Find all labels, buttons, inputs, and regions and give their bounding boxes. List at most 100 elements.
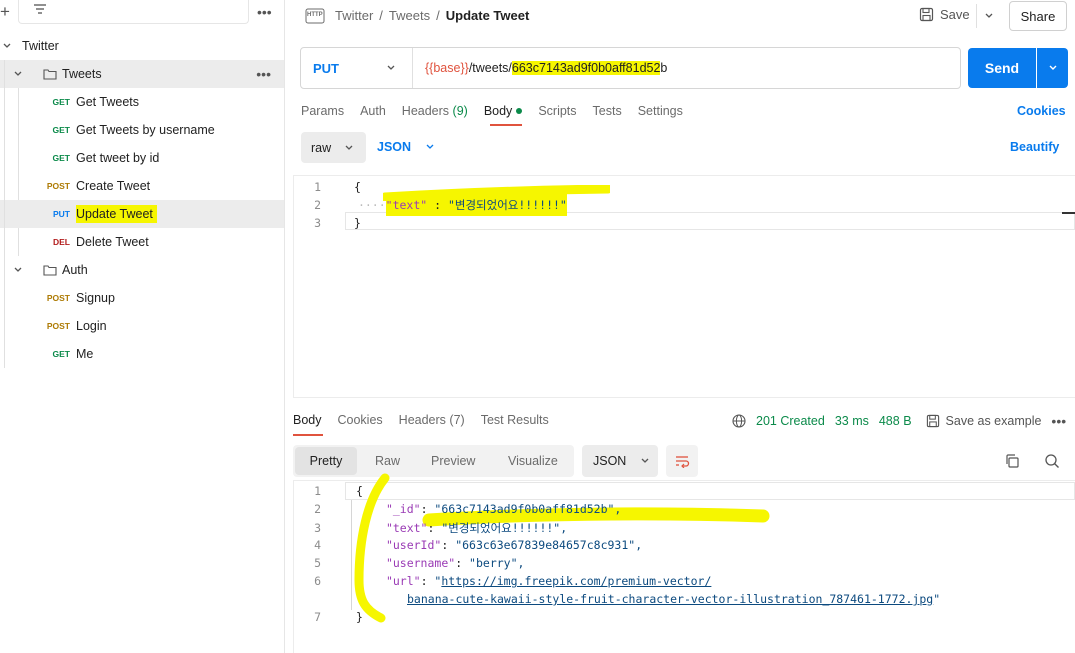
line-number: 1 <box>314 484 321 498</box>
body-mode-select[interactable]: raw <box>301 132 366 163</box>
tab-response-cookies[interactable]: Cookies <box>338 413 383 427</box>
tab-test-results[interactable]: Test Results <box>481 413 549 427</box>
request-login[interactable]: POST Login <box>0 312 284 340</box>
wrap-icon <box>676 456 690 468</box>
sidebar-search[interactable] <box>18 0 249 24</box>
status-badge[interactable]: 201 Created <box>756 414 825 428</box>
save-as-example-label: Save as example <box>945 414 1042 428</box>
save-label: Save <box>940 7 970 22</box>
tab-body[interactable]: Body <box>484 104 523 118</box>
request-line: 3 } <box>301 216 361 230</box>
chevron-down-icon <box>1049 65 1056 70</box>
folder-tweets[interactable]: Tweets ••• <box>0 60 284 88</box>
tab-auth[interactable]: Auth <box>360 104 386 118</box>
sidebar: + ••• Twitter Tweets ••• GET Get Tweets … <box>0 0 285 653</box>
request-line: 1 { <box>301 180 361 194</box>
headers-count: (9) <box>452 104 468 118</box>
tab-tests[interactable]: Tests <box>593 104 622 118</box>
response-time[interactable]: 33 ms <box>835 414 869 428</box>
more-options-icon[interactable]: ••• <box>257 4 272 20</box>
chevron-down-icon <box>3 43 11 48</box>
copy-icon[interactable] <box>1004 453 1020 469</box>
indent-guide: ···· <box>357 198 386 212</box>
save-as-example-button[interactable]: Save as example <box>926 414 1042 428</box>
url-input[interactable]: {{base}}/tweets/663c7143ad9f0b0aff81d52b <box>425 61 667 75</box>
response-more-icon[interactable]: ••• <box>1051 413 1066 429</box>
request-tabs: Params Auth Headers (9) Body Scripts Tes… <box>301 104 683 118</box>
folder-icon <box>43 265 57 276</box>
method-select[interactable]: PUT <box>301 48 413 88</box>
view-raw[interactable]: Raw <box>375 454 400 468</box>
json-url-link[interactable]: https://img.freepik.com/premium-vector/ <box>441 574 711 588</box>
request-get-tweets[interactable]: GET Get Tweets <box>0 88 284 116</box>
method-badge: POST <box>46 293 70 303</box>
tab-scripts[interactable]: Scripts <box>538 104 576 118</box>
response-line: 1 { <box>301 484 363 498</box>
globe-icon[interactable] <box>732 414 746 428</box>
send-button[interactable]: Send <box>968 48 1036 88</box>
http-icon-label: HTTP <box>307 12 323 18</box>
share-button[interactable]: Share <box>1009 1 1067 31</box>
send-dropdown[interactable] <box>1037 48 1068 88</box>
editor-scrollbar[interactable] <box>1062 212 1075 214</box>
new-icon[interactable]: + <box>0 2 10 22</box>
save-button[interactable]: Save <box>919 7 970 22</box>
tab-response-headers[interactable]: Headers (7) <box>399 413 465 427</box>
folder-name: Auth <box>62 263 88 277</box>
method-badge: POST <box>46 321 70 331</box>
request-label: Delete Tweet <box>76 235 149 249</box>
line-number: 2 <box>314 198 321 212</box>
breadcrumb-folder[interactable]: Tweets <box>389 8 430 23</box>
json-value: "변경되었어요!!!!!!", <box>441 521 568 535</box>
body-format-select[interactable]: JSON <box>377 140 435 154</box>
folder-more-icon[interactable]: ••• <box>256 66 271 82</box>
request-create-tweet[interactable]: POST Create Tweet <box>0 172 284 200</box>
breadcrumb: Twitter / Tweets / Update Tweet <box>335 8 529 23</box>
chevron-down-icon <box>985 13 992 18</box>
collection-twitter[interactable]: Twitter <box>0 32 284 60</box>
response-format-label: JSON <box>593 454 627 468</box>
line-number: 3 <box>314 521 321 535</box>
view-preview[interactable]: Preview <box>431 454 475 468</box>
tab-settings[interactable]: Settings <box>638 104 683 118</box>
chevron-down-icon <box>345 145 353 150</box>
cookies-link[interactable]: Cookies <box>1017 104 1066 118</box>
request-get-tweets-by-username[interactable]: GET Get Tweets by username <box>0 116 284 144</box>
chevron-down-icon <box>14 71 22 76</box>
active-tab-underline <box>293 434 323 436</box>
tab-params[interactable]: Params <box>301 104 344 118</box>
method-badge: POST <box>46 181 70 191</box>
json-key: "text" <box>385 521 428 535</box>
save-dropdown[interactable] <box>976 4 1000 28</box>
method-badge: GET <box>52 349 70 359</box>
code-text: } <box>353 216 361 230</box>
highlighter-mark <box>380 184 613 202</box>
tab-response-body[interactable]: Body <box>293 413 322 427</box>
request-delete-tweet[interactable]: DEL Delete Tweet <box>0 228 284 256</box>
code-text: } <box>355 610 363 624</box>
json-value: "berry", <box>469 556 525 570</box>
response-size[interactable]: 488 B <box>879 414 912 428</box>
request-signup[interactable]: POST Signup <box>0 284 284 312</box>
breadcrumb-collection[interactable]: Twitter <box>335 8 373 23</box>
tab-headers[interactable]: Headers (9) <box>402 104 468 118</box>
save-icon <box>926 414 939 428</box>
tab-response-headers-label: Headers <box>398 413 446 427</box>
view-visualize[interactable]: Visualize <box>508 454 558 468</box>
http-icon: HTTP <box>305 8 325 24</box>
collection-name: Twitter <box>22 39 59 53</box>
request-get-tweet-by-id[interactable]: GET Get tweet by id <box>0 144 284 172</box>
json-url-link[interactable]: banana-cute-kawaii-style-fruit-character… <box>407 592 933 606</box>
beautify-link[interactable]: Beautify <box>1010 140 1059 154</box>
request-label: Me <box>76 347 94 361</box>
url-path: /tweets/ <box>468 61 512 75</box>
request-update-tweet[interactable]: PUT Update Tweet <box>0 200 284 228</box>
method-label: PUT <box>313 60 339 76</box>
method-badge: GET <box>52 125 70 135</box>
request-me[interactable]: GET Me <box>0 340 284 368</box>
search-icon[interactable] <box>1044 453 1060 469</box>
json-key: "username" <box>385 556 456 570</box>
page-title[interactable]: Update Tweet <box>446 8 530 23</box>
folder-auth[interactable]: Auth <box>0 256 284 284</box>
body-format-label: JSON <box>377 140 412 154</box>
